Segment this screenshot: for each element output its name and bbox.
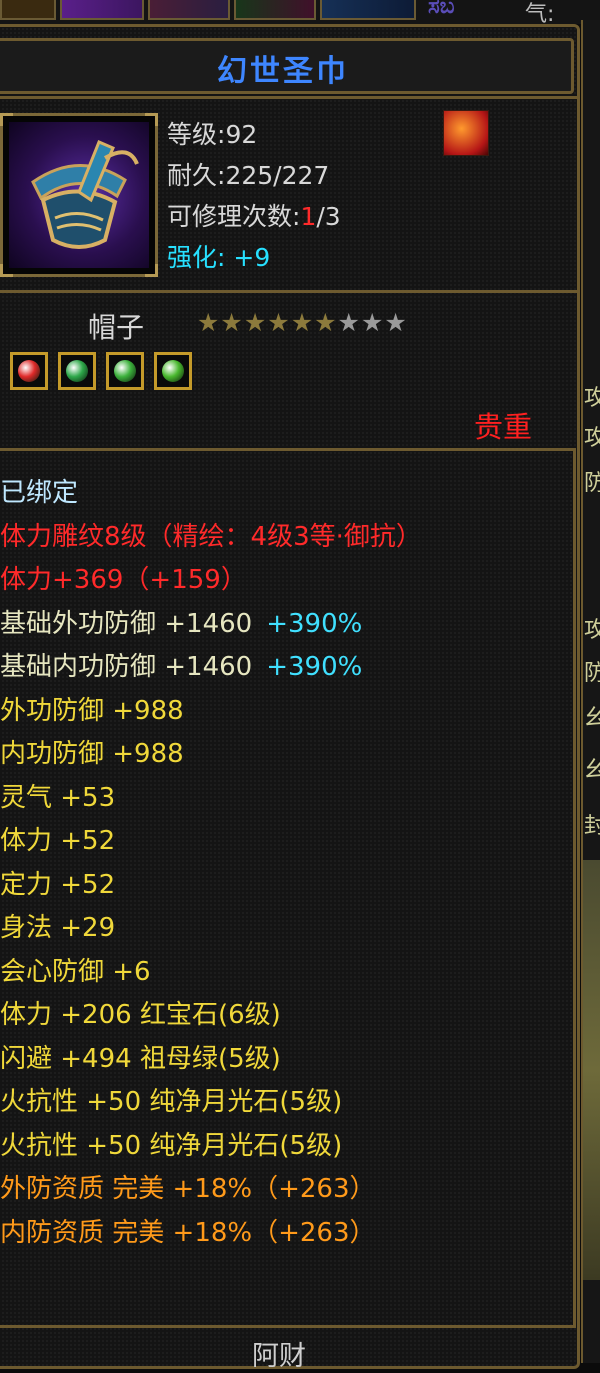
headband-icon (9, 122, 149, 268)
stat-line: 身法 +29 (0, 911, 115, 945)
stat-text: 体力 +52 (0, 826, 116, 856)
gem-socket[interactable] (58, 352, 96, 390)
item-type: 帽子 (88, 311, 145, 344)
stat-line: 火抗性 +50 纯净月光石(5级) (0, 1129, 342, 1163)
repair-used: 1 (300, 202, 317, 231)
side-panel-text: 攻 (584, 618, 600, 643)
stat-text: 体力 +206 红宝石(6级) (0, 1000, 281, 1030)
character-name-partial: ಸಬ (428, 0, 455, 19)
stat-line: 外防资质 完美 +18%（+263） (0, 1172, 376, 1206)
star-empty-icon: ★ (384, 308, 407, 337)
star-empty-icon: ★ (360, 308, 384, 337)
stat-text: 体力雕纹8级（精绘：4级3等·御抗） (0, 521, 422, 552)
frame-corner (0, 113, 13, 126)
repair-label: 可修理次数: (167, 202, 301, 231)
inventory-slot[interactable] (234, 0, 316, 20)
stat-text: 内功防御 +988 (0, 739, 184, 769)
stat-text: 体力+369（+159） (0, 565, 247, 595)
red-gem-icon (18, 360, 40, 382)
stat-text: 身法 +29 (0, 913, 116, 943)
side-panel-text: 幺 (584, 758, 600, 783)
stat-text: 定力 +52 (0, 869, 116, 900)
green-gem-icon (114, 360, 136, 382)
stat-bonus-percent: +390% (266, 652, 363, 682)
frame-corner (145, 264, 158, 277)
stat-line: 会心防御 +6 (0, 955, 151, 989)
stat-line: 基础内功防御 +1460 +390% (0, 650, 362, 684)
stat-text: 已绑定 (0, 478, 79, 508)
star-lit-icon: ★ (243, 308, 267, 337)
top-item-bar: ಸಬ 气: (0, 0, 600, 27)
side-panel-text: 攻 (584, 426, 600, 451)
stat-text: 基础外功防御 +1460 (0, 608, 253, 639)
divider (0, 290, 580, 293)
frame-corner (0, 264, 13, 277)
gem-socket[interactable] (154, 352, 192, 390)
stat-line: 内功防御 +988 (0, 737, 184, 771)
repair-row: 可修理次数:1/3 (167, 197, 341, 233)
side-panel-text: 攻 (584, 386, 600, 411)
gem-socket[interactable] (10, 352, 48, 390)
stat-line: 已绑定 (0, 476, 78, 510)
stat-text: 闪避 +494 祖母绿(5级) (0, 1043, 281, 1074)
owner-name: 阿财 (252, 1341, 306, 1372)
scene-strip (583, 860, 600, 1280)
stat-text: 外防资质 完美 +18%（+263） (0, 1174, 376, 1204)
durability-label: 耐久: (167, 161, 226, 190)
side-panel-text: 防 (584, 471, 600, 496)
stat-line: 基础外功防御 +1460 +390% (0, 607, 362, 641)
stat-line: 火抗性 +50 纯净月光石(5级) (0, 1085, 342, 1119)
flame-skill-icon[interactable] (443, 110, 489, 156)
stat-text: 外功防御 +988 (0, 695, 184, 726)
rarity-label: 贵重 (474, 410, 533, 444)
gem-socket[interactable] (106, 352, 144, 390)
stat-line: 外功防御 +988 (0, 694, 184, 728)
stat-text: 会心防御 +6 (0, 956, 151, 987)
stat-line: 体力 +206 红宝石(6级) (0, 998, 281, 1032)
stat-bonus-percent: +390% (266, 608, 363, 639)
star-lit-icon: ★ (197, 308, 220, 337)
side-panel-text: 幺 (584, 706, 600, 731)
item-icon-frame[interactable] (0, 113, 158, 277)
stat-text: 火抗性 +50 纯净月光石(5级) (0, 1087, 343, 1117)
enhance-row: 强化: +9 (167, 238, 270, 274)
star-rating: ★★★★★★★★★ (197, 310, 408, 335)
stat-text: 火抗性 +50 纯净月光石(5级) (0, 1130, 343, 1161)
star-lit-icon: ★ (267, 308, 290, 337)
frame-corner (145, 113, 158, 126)
inventory-slot[interactable] (60, 0, 144, 20)
side-panel-text: 防 (584, 661, 600, 686)
level-row: 等级:92 (167, 115, 257, 151)
stat-line: 内防资质 完美 +18%（+263） (0, 1216, 376, 1250)
stat-line: 灵气 +53 (0, 781, 115, 815)
inventory-slot[interactable] (148, 0, 230, 20)
green-gem-icon (162, 360, 184, 382)
star-empty-icon: ★ (337, 308, 360, 337)
repair-total: /3 (316, 202, 341, 231)
divider (0, 96, 580, 99)
stat-text: 内防资质 完美 +18%（+263） (0, 1217, 376, 1248)
green-gem-icon (66, 360, 88, 382)
stat-line: 闪避 +494 祖母绿(5级) (0, 1042, 281, 1076)
enhance-value: +9 (233, 243, 271, 272)
durability-row: 耐久:225/227 (167, 156, 329, 192)
side-panel-text: 封 (584, 814, 600, 839)
stat-text: 基础内功防御 +1460 (0, 652, 253, 682)
level-value: 92 (225, 120, 258, 149)
inventory-slot[interactable] (0, 0, 56, 20)
stat-text: 灵气 +53 (0, 782, 116, 813)
star-lit-icon: ★ (314, 308, 337, 337)
stat-line: 体力雕纹8级（精绘：4级3等·御抗） (0, 520, 422, 554)
level-label: 等级: (167, 120, 226, 149)
stat-line: 体力+369（+159） (0, 563, 247, 597)
star-lit-icon: ★ (220, 308, 243, 337)
durability-value: 225/227 (225, 161, 330, 190)
item-title: 幻世圣巾 (217, 54, 349, 89)
star-lit-icon: ★ (290, 308, 314, 337)
enhance-label: 强化: (167, 243, 226, 272)
stat-line: 体力 +52 (0, 824, 115, 858)
stat-line: 定力 +52 (0, 868, 115, 902)
inventory-slot[interactable] (320, 0, 416, 20)
